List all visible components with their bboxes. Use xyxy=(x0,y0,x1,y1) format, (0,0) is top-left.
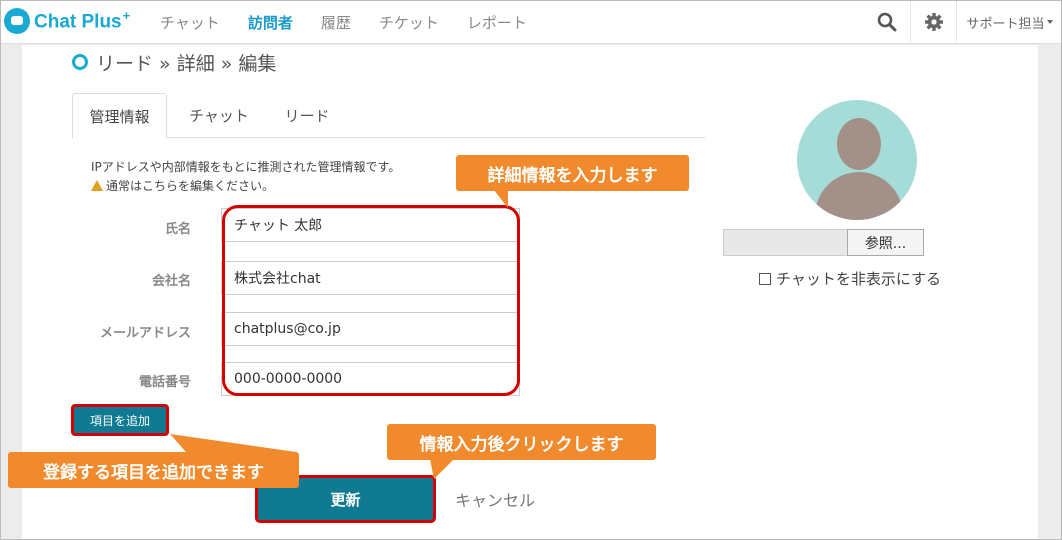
browse-button[interactable]: 参照... xyxy=(847,229,924,256)
avatar xyxy=(797,100,917,220)
callout-update-tail xyxy=(430,459,454,479)
callout-add: 登録する項目を追加できます xyxy=(8,452,299,488)
name-label: 氏名 xyxy=(164,222,191,237)
callout-update: 情報入力後クリックします xyxy=(387,424,656,460)
settings-button[interactable] xyxy=(910,0,956,44)
nav-item-reports[interactable]: レポート xyxy=(467,12,527,33)
note-line-2-wrap: 通常はこちらを編集ください。 xyxy=(91,177,400,196)
nav-item-tickets[interactable]: チケット xyxy=(379,12,439,33)
avatar-head xyxy=(837,118,881,170)
user-menu[interactable]: サポート担当 xyxy=(956,0,1062,44)
info-note: IPアドレスや内部情報をもとに推測された管理情報です。 通常はこちらを編集くださ… xyxy=(91,158,400,196)
nav-item-visitors[interactable]: 訪問者 xyxy=(248,12,293,33)
tab-label: チャット xyxy=(189,107,249,125)
main-nav: チャット 訪問者 履歴 チケット レポート xyxy=(160,0,555,44)
hide-chat-checkbox[interactable] xyxy=(759,272,771,285)
nav-item-chat[interactable]: チャット xyxy=(160,12,220,33)
breadcrumb: リード » 詳細 » 編集 xyxy=(72,50,277,75)
callout-add-tail xyxy=(170,434,296,452)
tab-bar: 管理情報 チャット リード xyxy=(72,93,705,139)
tab-management-info[interactable]: 管理情報 xyxy=(72,93,167,139)
tab-label: 管理情報 xyxy=(89,107,150,126)
tab-label: リード xyxy=(284,107,330,125)
avatar-body xyxy=(815,172,903,220)
circle-icon xyxy=(72,54,88,70)
search-button[interactable] xyxy=(864,0,910,44)
note-line-2: 通常はこちらを編集ください。 xyxy=(106,179,275,193)
cancel-link[interactable]: キャンセル xyxy=(455,487,535,511)
note-line-1: IPアドレスや内部情報をもとに推測された管理情報です。 xyxy=(91,160,401,174)
hide-chat-label: チャットを非表示にする xyxy=(776,270,942,288)
logo-text: Chat Plus+ xyxy=(34,8,131,33)
app-logo[interactable]: Chat Plus+ xyxy=(4,6,130,36)
user-menu-label: サポート担当 xyxy=(966,16,1045,32)
company-label: 会社名 xyxy=(151,274,191,289)
nav-right: サポート担当 xyxy=(864,0,1062,44)
nav-item-history[interactable]: 履歴 xyxy=(321,12,351,33)
breadcrumb-text: リード » 詳細 » 編集 xyxy=(96,52,277,75)
hide-chat-option[interactable]: チャットを非表示にする xyxy=(759,268,941,289)
tab-lead[interactable]: リード xyxy=(270,93,344,138)
phone-label: 電話番号 xyxy=(138,375,191,390)
file-path-box xyxy=(723,229,848,256)
callout-detail: 詳細情報を入力します xyxy=(456,155,689,191)
tab-chat[interactable]: チャット xyxy=(171,93,267,138)
warning-icon xyxy=(91,180,103,191)
gear-icon xyxy=(924,13,943,31)
email-label: メールアドレス xyxy=(99,326,191,341)
fields-highlight xyxy=(222,205,520,396)
top-nav-bar: Chat Plus+ チャット 訪問者 履歴 チケット レポート サポート担当 xyxy=(0,0,1062,44)
add-item-button[interactable]: 項目を追加 xyxy=(71,404,169,436)
chat-bubble-icon xyxy=(4,8,30,34)
chevron-down-icon xyxy=(1046,20,1053,24)
callout-detail-tail xyxy=(494,190,508,208)
search-icon xyxy=(877,12,897,32)
